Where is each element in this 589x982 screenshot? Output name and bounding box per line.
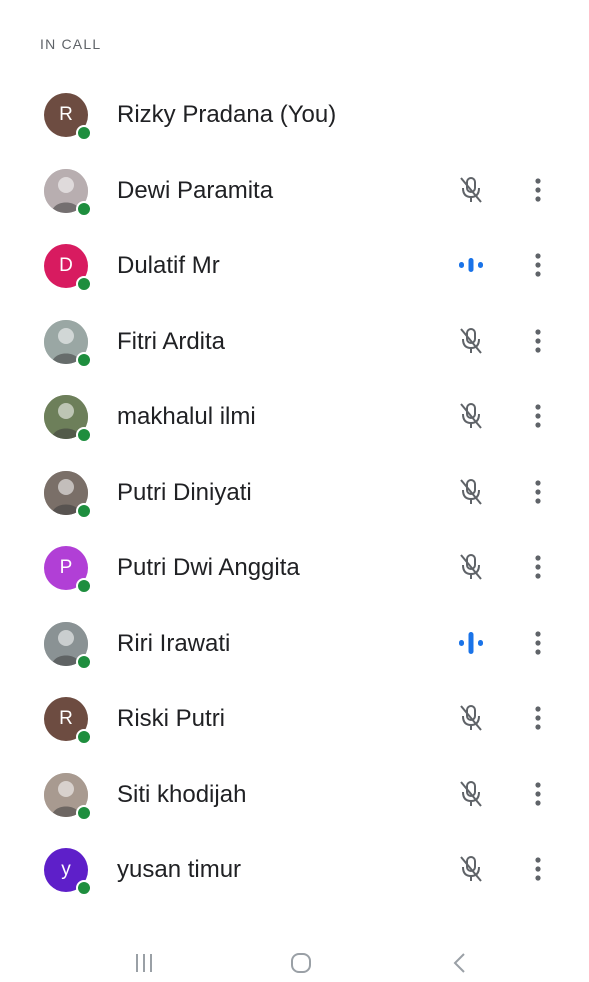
participant-row[interactable]: Putri Diniyati	[0, 455, 589, 531]
more-vert-icon[interactable]	[524, 401, 552, 431]
online-status-dot	[76, 125, 92, 141]
participant-row[interactable]: Dewi Paramita	[0, 153, 589, 229]
mic-off-icon	[457, 779, 485, 809]
participant-row[interactable]: Siti khodijah	[0, 757, 589, 833]
mic-off-icon	[457, 552, 485, 582]
online-status-dot	[76, 351, 92, 368]
avatar-initial: y	[61, 859, 71, 880]
back-icon[interactable]	[450, 951, 470, 980]
more-vert-icon[interactable]	[524, 628, 552, 658]
audio-level-icon	[457, 628, 485, 658]
online-status-dot	[76, 578, 92, 594]
section-title: IN CALL	[40, 36, 102, 52]
online-status-dot	[76, 880, 92, 896]
participant-row[interactable]: R Rizky Pradana (You)	[0, 77, 589, 153]
participant-name: Dewi Paramita	[117, 176, 274, 204]
more-vert-icon[interactable]	[524, 250, 552, 280]
participant-row[interactable]: makhalul ilmi	[0, 379, 589, 455]
home-icon[interactable]	[290, 952, 312, 979]
recents-icon[interactable]	[133, 952, 155, 979]
more-vert-icon[interactable]	[524, 552, 552, 582]
more-vert-icon[interactable]	[524, 477, 552, 507]
online-status-dot	[76, 200, 92, 217]
online-status-dot	[76, 427, 92, 443]
avatar-initial: R	[59, 104, 73, 125]
participant-row[interactable]: Fitri Ardita	[0, 304, 589, 380]
mic-off-icon	[457, 326, 485, 356]
avatar-initial: P	[59, 557, 73, 578]
avatar-initial: R	[59, 708, 73, 729]
mic-off-icon	[457, 175, 485, 205]
participant-name: Putri Dwi Anggita	[117, 554, 300, 581]
participant-name: Rizky Pradana (You)	[117, 101, 337, 128]
more-vert-icon[interactable]	[524, 703, 552, 733]
audio-level-icon	[457, 250, 485, 280]
mic-off-icon	[457, 477, 485, 507]
more-vert-icon[interactable]	[524, 175, 552, 205]
participant-name: yusan timur	[117, 856, 242, 883]
participant-row[interactable]: P Putri Dwi Anggita	[0, 530, 589, 606]
participant-list: R Rizky Pradana (You) Dewi Paramita D Dulati…	[0, 77, 589, 908]
mic-off-icon	[457, 854, 485, 884]
participant-row[interactable]: y yusan timur	[0, 832, 589, 908]
online-status-dot	[76, 502, 92, 519]
participant-name: makhalul ilmi	[117, 403, 256, 430]
system-nav-bar	[0, 940, 589, 982]
participant-row[interactable]: Riri Irawati	[0, 606, 589, 682]
mic-off-icon	[457, 401, 485, 431]
more-vert-icon[interactable]	[524, 326, 552, 356]
more-vert-icon[interactable]	[524, 779, 552, 809]
participant-name: Dulatif Mr	[117, 252, 220, 279]
participant-name: Riski Putri	[117, 705, 226, 732]
participant-name: Siti khodijah	[117, 780, 247, 808]
participant-name: Riri Irawati	[117, 629, 231, 657]
online-status-dot	[76, 804, 92, 821]
participant-row[interactable]: R Riski Putri	[0, 681, 589, 757]
participant-name: Putri Diniyati	[117, 478, 252, 506]
more-vert-icon[interactable]	[524, 854, 552, 884]
avatar-initial: D	[59, 255, 73, 276]
online-status-dot	[76, 729, 92, 745]
online-status-dot	[76, 653, 92, 670]
participant-name: Fitri Ardita	[117, 327, 226, 355]
online-status-dot	[76, 276, 92, 292]
participant-row[interactable]: D Dulatif Mr	[0, 228, 589, 304]
mic-off-icon	[457, 703, 485, 733]
